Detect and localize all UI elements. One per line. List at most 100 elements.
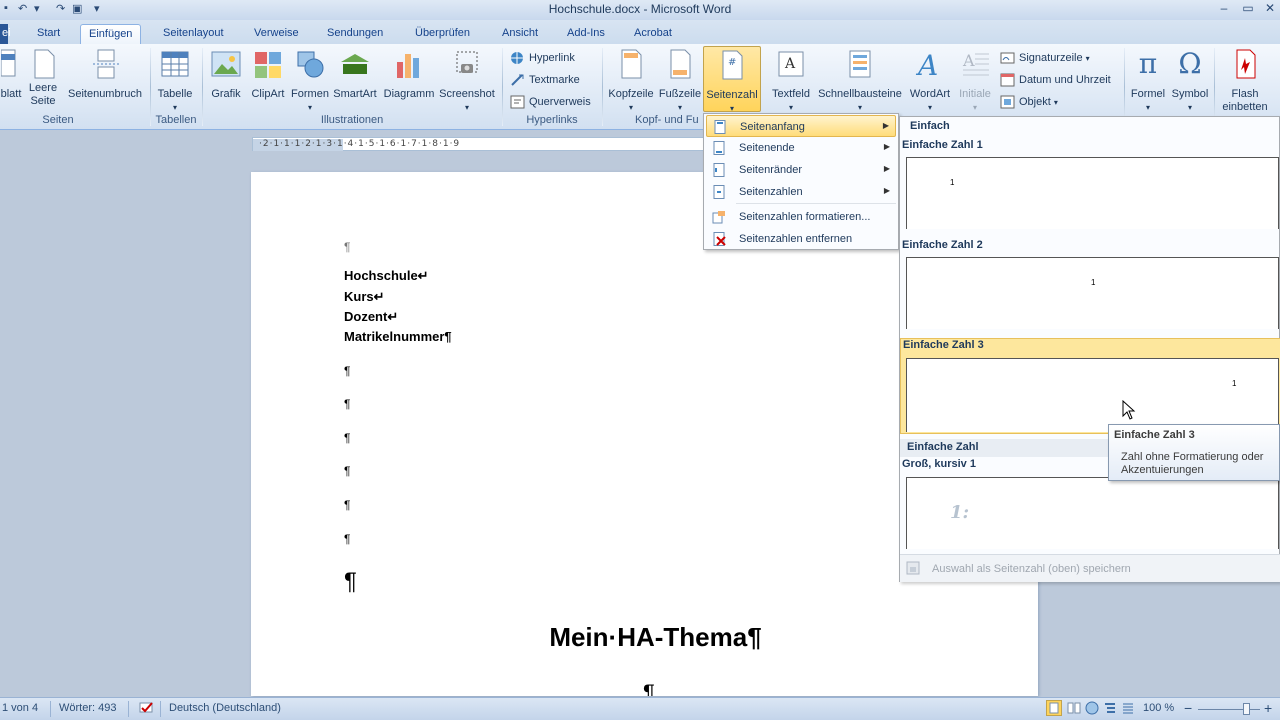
- hyperlink-button[interactable]: Hyperlink: [510, 48, 575, 68]
- wordart-button[interactable]: A WordArt ▾: [906, 48, 954, 114]
- schnellbausteine-button[interactable]: Schnellbausteine ▾: [816, 48, 904, 114]
- restore-button[interactable]: ▭: [1236, 1, 1260, 17]
- pi-icon: π: [1138, 47, 1158, 80]
- save-selection-button[interactable]: Auswahl als Seitenzahl (oben) speichern: [900, 554, 1280, 582]
- paragraph-mark: ¶: [344, 532, 351, 546]
- formel-button[interactable]: π Formel ▾: [1128, 48, 1168, 114]
- menu-item-seitenanfang[interactable]: Seitenanfang ▶: [706, 115, 896, 137]
- formen-button[interactable]: Formen ▾: [290, 48, 330, 114]
- zoom-slider-track[interactable]: [1198, 709, 1260, 710]
- wordart-icon: A: [914, 48, 946, 82]
- tooltip-description: Zahl ohne Formatierung oder Akzentuierun…: [1121, 451, 1264, 476]
- full-screen-view-icon[interactable]: [1066, 700, 1082, 719]
- datum-uhrzeit-button[interactable]: Datum und Uhrzeit: [1000, 70, 1111, 90]
- tab-ueberpruefen[interactable]: Überprüfen: [415, 24, 470, 44]
- menu-item-formatieren[interactable]: Seitenzahlen formatieren...: [706, 206, 896, 228]
- objekt-button[interactable]: Objekt ▾: [1000, 92, 1058, 112]
- gallery-item-einfache-zahl-2[interactable]: 1: [906, 257, 1279, 329]
- draft-view-icon[interactable]: [1120, 700, 1136, 719]
- signaturzeile-button[interactable]: Signaturzeile ▾: [1000, 48, 1090, 68]
- menu-item-seitenzahlen[interactable]: Seitenzahlen ▶: [706, 181, 896, 203]
- gallery-item-label-3: Einfache Zahl 3: [903, 339, 984, 351]
- doc-line-dozent[interactable]: Dozent↵: [344, 309, 398, 325]
- grafik-button[interactable]: Grafik: [208, 48, 244, 101]
- kopfzeile-button[interactable]: Kopfzeile ▾: [606, 48, 656, 114]
- clipart-icon: [252, 48, 284, 80]
- gallery-item-einfache-zahl-3-selected[interactable]: Einfache Zahl 3 1: [900, 338, 1280, 434]
- tab-ansicht[interactable]: Ansicht: [502, 24, 538, 44]
- textmarke-button[interactable]: Textmarke: [510, 70, 580, 90]
- tab-acrobat[interactable]: Acrobat: [634, 24, 672, 44]
- group-tabellen-label: Tabellen: [155, 114, 197, 126]
- querverweis-button[interactable]: Querverweis: [510, 92, 591, 112]
- seitenanfang-gallery: Einfach Einfache Zahl 1 1 Einfache Zahl …: [899, 116, 1280, 582]
- tabelle-button[interactable]: Tabelle ▾: [154, 48, 196, 114]
- textfeld-button[interactable]: A Textfeld ▾: [768, 48, 814, 114]
- blank-page-icon: [28, 48, 60, 80]
- status-separator: [50, 701, 51, 717]
- minimize-button[interactable]: –: [1212, 1, 1236, 17]
- status-word-count[interactable]: Wörter: 493: [59, 702, 116, 714]
- tab-einfuegen[interactable]: Einfügen: [80, 24, 142, 44]
- close-button[interactable]: ✕: [1258, 1, 1280, 17]
- format-page-number-icon: [712, 210, 726, 224]
- horizontal-ruler[interactable]: ·2·1·1·1·2·1·3·1·4·1·5·1·6·1·7·1·8·1·9: [252, 137, 707, 151]
- tab-verweise[interactable]: Verweise: [254, 24, 299, 44]
- paragraph-mark: ¶: [344, 464, 351, 478]
- seitenzahl-menu: Seitenanfang ▶ Seitenende ▶ Seitenränder…: [703, 113, 899, 250]
- menu-item-entfernen[interactable]: Seitenzahlen entfernen: [706, 228, 896, 250]
- seitenzahl-button[interactable]: # Seitenzahl ▾: [703, 46, 761, 113]
- gallery-item-gross-kursiv-1[interactable]: 1:: [906, 477, 1279, 549]
- group-separator: [1214, 48, 1215, 126]
- tab-start[interactable]: Start: [37, 24, 60, 44]
- doc-line-matrikelnummer[interactable]: Matrikelnummer¶: [344, 329, 452, 344]
- spellcheck-icon[interactable]: [138, 700, 156, 719]
- gallery-item-einfache-zahl-1[interactable]: 1: [906, 157, 1279, 229]
- web-layout-view-icon[interactable]: [1084, 700, 1100, 719]
- zoom-out-button[interactable]: −: [1184, 700, 1192, 716]
- menu-separator: [736, 203, 896, 204]
- window-title: Hochschule.docx - Microsoft Word: [548, 2, 732, 16]
- status-language[interactable]: Deutsch (Deutschland): [169, 702, 281, 714]
- group-illustrationen-label: Illustrationen: [320, 114, 384, 126]
- paragraph-mark-heading: ¶: [643, 680, 655, 696]
- outline-view-icon[interactable]: [1102, 700, 1118, 719]
- svg-text:A: A: [915, 49, 938, 80]
- symbol-button[interactable]: Ω Symbol ▾: [1170, 48, 1210, 114]
- initiale-button[interactable]: A Initiale ▾: [956, 48, 994, 114]
- paragraph-mark: ¶: [344, 240, 351, 254]
- screenshot-button[interactable]: Screenshot ▾: [438, 48, 496, 114]
- diagramm-button[interactable]: Diagramm: [382, 48, 436, 101]
- globe-link-icon: [510, 51, 526, 65]
- submenu-arrow-icon: ▶: [883, 186, 890, 195]
- zoom-level[interactable]: 100 %: [1143, 702, 1174, 714]
- deckblatt-button[interactable]: blatt: [0, 48, 22, 101]
- svg-text:A: A: [784, 56, 796, 72]
- fusszeile-button[interactable]: Fußzeile ▾: [658, 48, 702, 114]
- document-heading[interactable]: Mein·HA-Thema¶: [251, 622, 1038, 653]
- seitenumbruch-button[interactable]: Seitenumbruch: [64, 48, 146, 101]
- zoom-in-button[interactable]: +: [1264, 700, 1272, 716]
- cover-page-icon: [0, 48, 21, 80]
- doc-line-kurs[interactable]: Kurs↵: [344, 289, 385, 305]
- paragraph-mark: ¶: [344, 431, 351, 445]
- gallery-item-einfache-zahl-3[interactable]: 1: [906, 358, 1279, 432]
- print-layout-view-icon[interactable]: [1046, 700, 1062, 719]
- clipart-button[interactable]: ClipArt: [250, 48, 286, 101]
- menu-item-seitenraender[interactable]: Seitenränder ▶: [706, 159, 896, 181]
- page-top-icon: [713, 120, 727, 134]
- zoom-slider-handle[interactable]: [1243, 703, 1250, 715]
- tooltip-title: Einfache Zahl 3: [1114, 429, 1195, 441]
- dropdown-arrow-icon: ▾: [677, 103, 682, 112]
- tab-sendungen[interactable]: Sendungen: [327, 24, 383, 44]
- doc-line-hochschule[interactable]: Hochschule↵: [344, 268, 429, 284]
- status-page[interactable]: 1 von 4: [2, 702, 38, 714]
- tab-file[interactable]: ei: [0, 24, 11, 44]
- smartart-button[interactable]: SmartArt: [332, 48, 378, 101]
- tab-addins[interactable]: Add-Ins: [567, 24, 605, 44]
- leere-seite-button[interactable]: Leere Seite: [28, 48, 58, 108]
- tab-seitenlayout[interactable]: Seitenlayout: [163, 24, 224, 44]
- tooltip: Einfache Zahl 3 Zahl ohne Formatierung o…: [1108, 424, 1280, 481]
- flash-einbetten-button[interactable]: Flash einbetten: [1216, 48, 1274, 114]
- menu-item-seitenende[interactable]: Seitenende ▶: [706, 137, 896, 159]
